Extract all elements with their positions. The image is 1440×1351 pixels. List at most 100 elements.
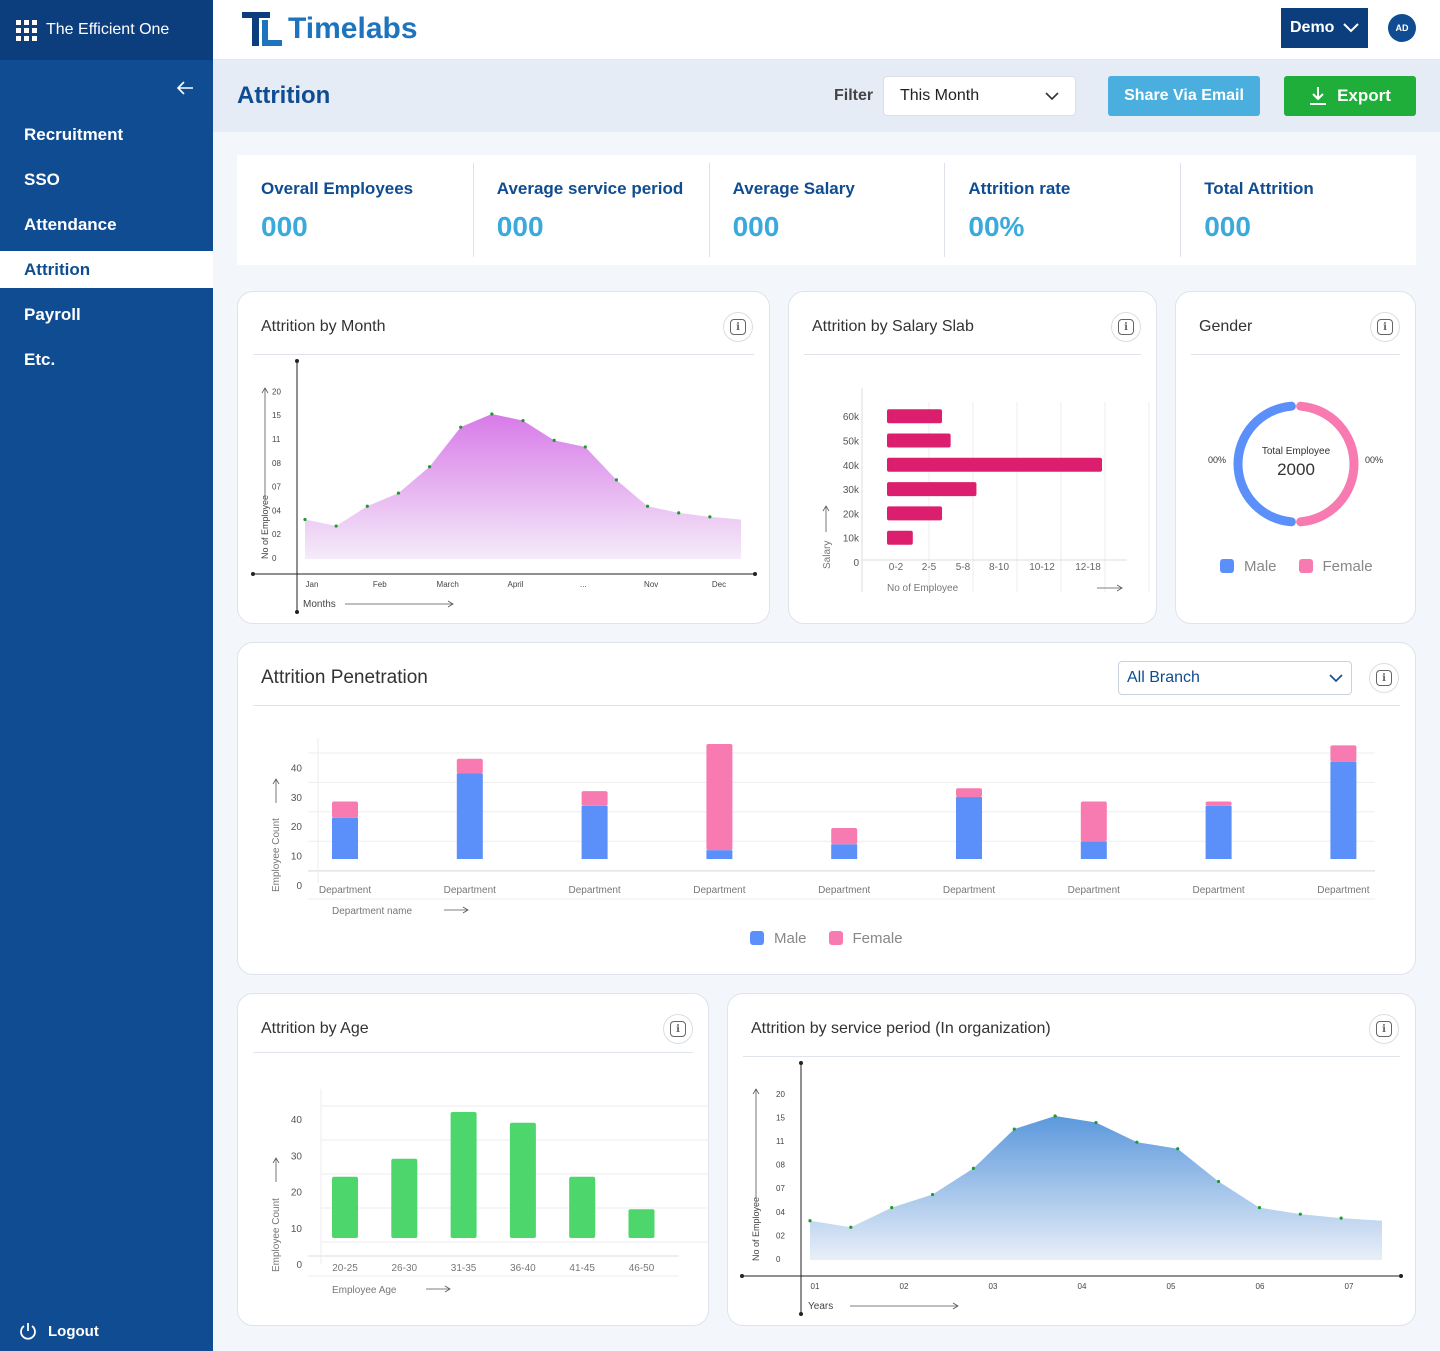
data-point bbox=[614, 478, 619, 482]
female-percent-label: 00% bbox=[1365, 455, 1383, 465]
data-point bbox=[808, 1219, 812, 1223]
app-switcher[interactable]: The Efficient One bbox=[0, 0, 213, 60]
stat-label: Attrition rate bbox=[968, 179, 1071, 198]
y-axis-end bbox=[799, 1312, 803, 1316]
y-tick-label: 30k bbox=[843, 485, 860, 496]
filter-value: This Month bbox=[900, 87, 980, 104]
x-tick-label: Jan bbox=[306, 580, 319, 589]
x-tick-label: 06 bbox=[1256, 1282, 1265, 1291]
share-via-email-button[interactable]: Share Via Email bbox=[1108, 76, 1260, 116]
y-tick-label: 50k bbox=[843, 437, 860, 448]
collapse-arrow-icon[interactable] bbox=[175, 78, 195, 98]
y-tick-label: 40k bbox=[843, 461, 860, 472]
stat-label: Total Attrition bbox=[1204, 179, 1314, 198]
x-tick-label: 10-12 bbox=[1029, 562, 1055, 573]
age-bar bbox=[509, 1122, 536, 1238]
y-tick-label: 0 bbox=[296, 881, 302, 892]
y-tick-label: 10 bbox=[291, 852, 303, 863]
attrition-by-month-chart: 0 02 04 07 08 11 15 20 Jan Feb March April... Nov Dec… bbox=[251, 359, 757, 614]
power-icon bbox=[20, 1323, 36, 1340]
salary-bar bbox=[887, 433, 951, 448]
attrition-penetration-card: Attrition Penetration All Branch i 0 10 20… bbox=[237, 642, 1416, 975]
period-filter-select[interactable]: This Month bbox=[883, 76, 1076, 116]
female-bar bbox=[706, 743, 733, 851]
export-button[interactable]: Export bbox=[1284, 76, 1416, 116]
y-tick-label: 15 bbox=[272, 411, 281, 420]
download-icon bbox=[1310, 87, 1327, 105]
legend-male: Male bbox=[1220, 558, 1277, 575]
avatar[interactable]: AD bbox=[1388, 14, 1416, 42]
legend-male: Male bbox=[750, 930, 807, 947]
sidebar-item-attendance[interactable]: Attendance bbox=[0, 202, 213, 247]
y-axis-label: Employee Count bbox=[271, 1198, 282, 1272]
legend-label: Male bbox=[1244, 558, 1277, 575]
x-tick-label: Department bbox=[1192, 885, 1244, 896]
data-point bbox=[1257, 1206, 1262, 1210]
data-point bbox=[427, 465, 432, 469]
x-tick-label: Department bbox=[319, 885, 371, 896]
account-label: Demo bbox=[1290, 19, 1335, 36]
data-point bbox=[849, 1225, 853, 1229]
area-series bbox=[305, 414, 741, 559]
sidebar-item-payroll[interactable]: Payroll bbox=[0, 292, 213, 337]
data-point bbox=[334, 524, 338, 528]
sidebar-item-recruitment[interactable]: Recruitment bbox=[0, 112, 213, 157]
x-tick-label: 02 bbox=[900, 1282, 909, 1291]
x-axis-label: No of Employee bbox=[887, 583, 959, 594]
y-tick-label: 10 bbox=[291, 1224, 303, 1235]
x-tick-label: 04 bbox=[1078, 1282, 1087, 1291]
logout-button[interactable]: Logout bbox=[18, 1321, 99, 1341]
y-tick-label: 07 bbox=[272, 483, 281, 492]
gender-card: Gender i Total Employee 2000 00% 00% Male F… bbox=[1175, 291, 1416, 624]
stats-strip: Overall Employees 000 Average service per… bbox=[237, 155, 1416, 265]
y-tick-label: 0 bbox=[272, 554, 277, 563]
attrition-by-age-card: Attrition by Age i 0 10 20 30 40 20-25 26-30 31… bbox=[237, 993, 709, 1326]
x-tick-label: 03 bbox=[989, 1282, 998, 1291]
x-tick-label: Department bbox=[444, 885, 496, 896]
y-axis-label: No of Employee bbox=[260, 495, 270, 559]
x-tick-label: 46-50 bbox=[629, 1263, 655, 1274]
y-tick-label: 08 bbox=[272, 459, 281, 468]
stat-label: Average service period bbox=[496, 179, 684, 198]
attrition-by-month-card: Attrition by Month i 0 02 04 07 08 11 15 20 Jan F… bbox=[237, 291, 770, 624]
topbar: Timelabs Demo AD bbox=[213, 0, 1440, 60]
account-dropdown[interactable]: Demo bbox=[1281, 8, 1368, 48]
x-tick-label: Department bbox=[568, 885, 620, 896]
y-tick-label: 40 bbox=[291, 763, 303, 774]
data-point bbox=[890, 1206, 894, 1210]
logo-mark-icon bbox=[242, 12, 282, 46]
salary-bar bbox=[887, 482, 977, 497]
sidebar-item-sso[interactable]: SSO bbox=[0, 157, 213, 202]
timelabs-logo[interactable]: Timelabs bbox=[240, 10, 418, 48]
area-series bbox=[810, 1116, 1382, 1260]
legend-label: Female bbox=[1322, 558, 1373, 575]
male-bar bbox=[706, 850, 733, 859]
x-tick-label: 41-45 bbox=[569, 1263, 595, 1274]
x-tick-label: 07 bbox=[1345, 1282, 1354, 1291]
data-point bbox=[583, 445, 587, 449]
center-value: 2000 bbox=[1277, 460, 1315, 479]
female-swatch bbox=[828, 931, 843, 945]
x-tick-label: Department bbox=[943, 885, 995, 896]
y-axis-end bbox=[295, 359, 299, 363]
legend-female: Female bbox=[1298, 558, 1373, 575]
data-point bbox=[303, 517, 307, 522]
age-bar bbox=[391, 1158, 418, 1238]
gender-legend: Male Female bbox=[1220, 558, 1373, 575]
sidebar-item-etc[interactable]: Etc. bbox=[0, 337, 213, 382]
x-tick-label: 31-35 bbox=[451, 1263, 477, 1274]
y-tick-label: 08 bbox=[776, 1161, 785, 1170]
legend-label: Female bbox=[852, 930, 903, 947]
age-bar bbox=[628, 1209, 655, 1238]
female-bar bbox=[1080, 801, 1107, 842]
salary-bar bbox=[887, 457, 1102, 472]
y-tick-label: 02 bbox=[776, 1231, 785, 1240]
female-swatch bbox=[1298, 559, 1313, 573]
x-tick-label: 36-40 bbox=[510, 1263, 536, 1274]
logo-text: Timelabs bbox=[288, 12, 418, 45]
sidebar-item-attrition[interactable]: Attrition bbox=[0, 251, 213, 288]
male-bar bbox=[456, 773, 483, 859]
x-tick-label: Department bbox=[1317, 885, 1369, 896]
x-tick-label: Nov bbox=[644, 580, 658, 589]
stat-label: Overall Employees bbox=[261, 179, 414, 198]
